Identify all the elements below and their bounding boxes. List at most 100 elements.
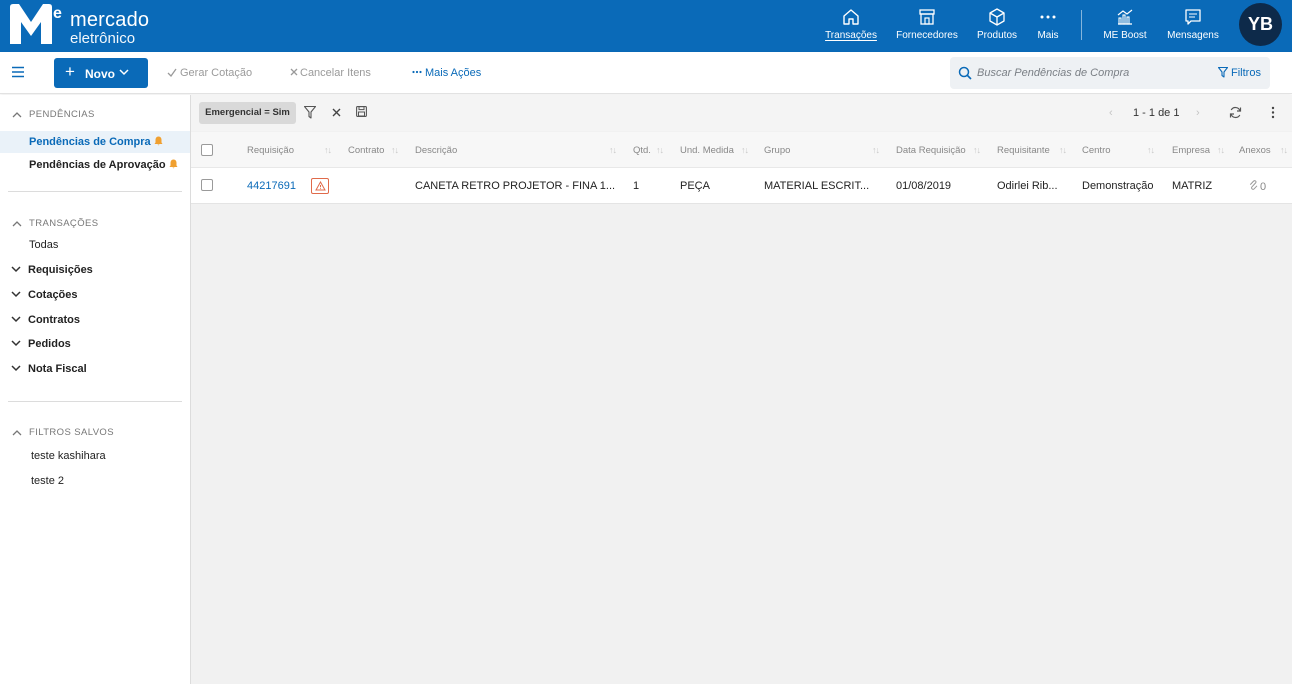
select-all-checkbox[interactable] xyxy=(201,144,213,156)
cancelar-itens-label: Cancelar Itens xyxy=(300,67,371,79)
chevron-down-icon xyxy=(11,365,21,372)
sidebar-item-todas[interactable]: Todas xyxy=(29,239,58,251)
chart-icon xyxy=(1117,9,1133,25)
close-icon xyxy=(290,68,298,76)
sort-icon[interactable]: ↑↓ xyxy=(656,145,664,155)
filtros-button[interactable]: Filtros xyxy=(1217,66,1261,79)
column-header-qtd[interactable]: Qtd. xyxy=(633,145,651,156)
more-dots-icon xyxy=(412,70,422,74)
search-box: Filtros xyxy=(950,57,1270,89)
sort-icon[interactable]: ↑↓ xyxy=(1147,145,1155,155)
kebab-menu-icon[interactable] xyxy=(1271,106,1275,119)
mais-acoes-button[interactable]: Mais Ações xyxy=(412,67,481,79)
column-header-requisicao[interactable]: Requisição xyxy=(247,145,294,156)
column-header-centro[interactable]: Centro xyxy=(1082,145,1111,156)
gerar-cotacao-button[interactable]: Gerar Cotação xyxy=(167,67,252,79)
sort-icon[interactable]: ↑↓ xyxy=(872,145,880,155)
saved-filter-item[interactable]: teste kashihara xyxy=(31,450,106,462)
sidebar-group-nota-fiscal[interactable]: Nota Fiscal xyxy=(11,363,87,375)
column-header-requisitante[interactable]: Requisitante xyxy=(997,145,1050,156)
column-header-contrato[interactable]: Contrato xyxy=(348,145,384,156)
divider xyxy=(8,401,182,402)
bell-icon xyxy=(169,159,178,169)
cell-centro: Demonstração xyxy=(1082,180,1154,192)
column-header-und-medida[interactable]: Und. Medida xyxy=(680,145,734,156)
sidebar-item-pendencias-compra[interactable]: Pendências de Compra xyxy=(29,136,163,148)
sort-icon[interactable]: ↑↓ xyxy=(973,145,981,155)
paperclip-icon xyxy=(1249,180,1258,190)
saved-filter-item[interactable]: teste 2 xyxy=(31,475,64,487)
brand-line-2: eletrônico xyxy=(70,30,136,47)
hamburger-menu-icon[interactable] xyxy=(11,65,25,79)
nav-fornecedores[interactable]: Fornecedores xyxy=(896,6,958,46)
section-title: TRANSAÇÕES xyxy=(29,218,99,229)
chevron-up-icon xyxy=(12,430,22,436)
nav-mensagens[interactable]: Mensagens xyxy=(1165,6,1221,46)
table-row[interactable]: 44217691 CANETA RETRO PROJETOR - FINA 1.… xyxy=(191,168,1292,204)
section-pendencias-toggle[interactable]: PENDÊNCIAS xyxy=(12,109,95,120)
cell-requisitante: Odirlei Rib... xyxy=(997,180,1058,192)
column-header-data-requisicao[interactable]: Data Requisição xyxy=(896,145,966,156)
pagination-info: 1 - 1 de 1 xyxy=(1133,107,1180,119)
save-filter-icon[interactable] xyxy=(356,106,367,117)
brand-line-1: mercado xyxy=(70,9,150,31)
column-header-anexos[interactable]: Anexos xyxy=(1239,145,1271,156)
column-header-descricao[interactable]: Descrição xyxy=(415,145,457,156)
sort-icon[interactable]: ↑↓ xyxy=(324,145,332,155)
sort-icon[interactable]: ↑↓ xyxy=(1280,145,1288,155)
refresh-icon[interactable] xyxy=(1229,106,1242,119)
sort-icon[interactable]: ↑↓ xyxy=(1059,145,1067,155)
sidebar-group-cotacoes[interactable]: Cotações xyxy=(11,289,78,301)
chevron-down-icon xyxy=(11,266,21,273)
column-header-empresa[interactable]: Empresa xyxy=(1172,145,1210,156)
search-input[interactable] xyxy=(977,64,1207,82)
nav-transacoes[interactable]: Transações xyxy=(824,6,878,46)
requisicao-link[interactable]: 44217691 xyxy=(247,180,296,192)
sidebar-group-pedidos[interactable]: Pedidos xyxy=(11,338,71,350)
action-toolbar: + Novo Gerar Cotação Cancelar Itens Mais… xyxy=(0,52,1292,94)
column-header-grupo[interactable]: Grupo xyxy=(764,145,790,156)
clear-filter-icon[interactable] xyxy=(332,108,341,117)
row-checkbox[interactable] xyxy=(201,179,213,191)
plus-icon: + xyxy=(65,62,75,81)
sidebar-group-label: Nota Fiscal xyxy=(28,363,87,375)
check-icon xyxy=(167,68,177,78)
sidebar-item-pendencias-aprovacao[interactable]: Pendências de Aprovação xyxy=(29,159,178,171)
section-transacoes-toggle[interactable]: TRANSAÇÕES xyxy=(12,218,98,229)
sort-icon[interactable]: ↑↓ xyxy=(609,145,617,155)
cell-qtd: 1 xyxy=(633,180,640,192)
nav-mais[interactable]: Mais xyxy=(1034,6,1062,46)
chevron-down-icon xyxy=(11,340,21,347)
nav-me-boost[interactable]: ME Boost xyxy=(1101,6,1149,46)
cell-empresa: MATRIZ xyxy=(1172,180,1213,192)
sort-icon[interactable]: ↑↓ xyxy=(741,145,749,155)
sidebar-group-requisicoes[interactable]: Requisições xyxy=(11,264,93,276)
user-avatar[interactable]: YB xyxy=(1239,3,1282,46)
novo-button[interactable]: + Novo xyxy=(54,58,148,88)
sidebar-group-label: Pedidos xyxy=(28,338,71,350)
cancelar-itens-button[interactable]: Cancelar Itens xyxy=(290,67,371,79)
gerar-cotacao-label: Gerar Cotação xyxy=(180,67,253,79)
box-icon xyxy=(989,8,1005,26)
brand-name: mercado eletrônico xyxy=(70,10,149,46)
nav-produtos[interactable]: Produtos xyxy=(975,6,1019,46)
pendencias-table: Requisição ↑↓ Contrato ↑↓ Descrição ↑↓ Q… xyxy=(191,132,1292,204)
store-icon xyxy=(919,9,935,25)
next-page-icon[interactable]: › xyxy=(1196,107,1200,119)
filter-icon[interactable] xyxy=(304,106,316,119)
mercado-eletronico-logo[interactable]: e xyxy=(9,4,63,44)
sort-icon[interactable]: ↑↓ xyxy=(1217,145,1225,155)
cell-anexos[interactable]: 0 xyxy=(1249,180,1266,193)
main-content: Emergencial = Sim ‹ 1 - 1 de 1 › Requisi… xyxy=(191,95,1292,684)
section-filtros-salvos-toggle[interactable]: FILTROS SALVOS xyxy=(12,427,114,438)
section-title: PENDÊNCIAS xyxy=(29,109,95,120)
anexos-count: 0 xyxy=(1260,181,1267,193)
sidebar-group-label: Cotações xyxy=(28,289,78,301)
filtros-label: Filtros xyxy=(1231,67,1261,79)
sort-icon[interactable]: ↑↓ xyxy=(391,145,399,155)
cell-data-requisicao: 01/08/2019 xyxy=(896,180,952,192)
cell-grupo: MATERIAL ESCRIT... xyxy=(764,180,870,192)
prev-page-icon[interactable]: ‹ xyxy=(1109,107,1113,119)
sidebar-group-contratos[interactable]: Contratos xyxy=(11,314,80,326)
filter-chip-emergencial[interactable]: Emergencial = Sim xyxy=(199,102,296,124)
